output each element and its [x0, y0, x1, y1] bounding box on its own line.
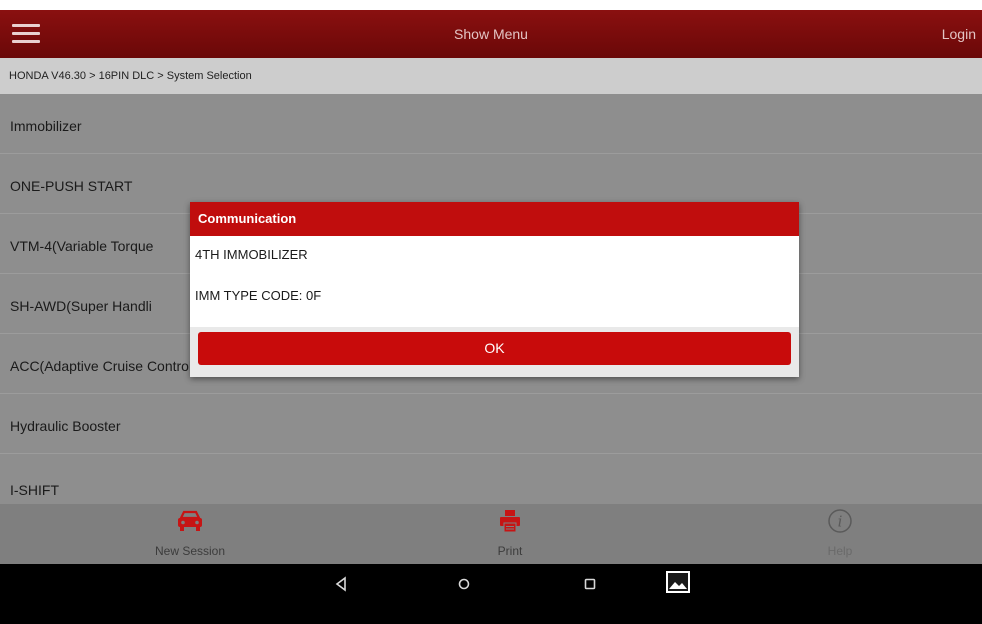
gallery-icon[interactable]	[665, 570, 691, 594]
dialog-message-line-1: 4TH IMMOBILIZER	[195, 247, 308, 262]
back-icon[interactable]	[334, 576, 348, 592]
svg-text:i: i	[838, 513, 843, 531]
print-button[interactable]: Print	[460, 504, 560, 564]
breadcrumb: HONDA V46.30 > 16PIN DLC > System Select…	[0, 58, 982, 94]
home-icon[interactable]	[456, 576, 472, 592]
login-button[interactable]: Login	[942, 26, 976, 42]
dialog-footer: OK	[190, 327, 799, 377]
dialog-message-line-2: IMM TYPE CODE: 0F	[195, 288, 322, 303]
list-item[interactable]: Hydraulic Booster	[0, 394, 982, 454]
header-title[interactable]: Show Menu	[0, 26, 982, 42]
help-icon: i	[828, 509, 852, 533]
status-strip	[0, 0, 982, 10]
dialog-title: Communication	[190, 202, 799, 236]
help-button[interactable]: i Help	[800, 504, 880, 564]
list-item-label: Immobilizer	[10, 118, 82, 134]
ok-button[interactable]: OK	[198, 332, 791, 365]
list-item-label: SH-AWD(Super Handli	[10, 298, 152, 314]
new-session-button[interactable]: New Session	[110, 504, 270, 564]
bottom-toolbar: New Session Print i Help	[0, 504, 982, 564]
list-item[interactable]: Immobilizer	[0, 94, 982, 154]
new-session-label: New Session	[154, 544, 226, 558]
communication-dialog: Communication 4TH IMMOBILIZER IMM TYPE C…	[190, 202, 799, 377]
android-nav-bar	[0, 564, 982, 624]
printer-icon	[500, 510, 520, 533]
list-item-label: Hydraulic Booster	[10, 418, 121, 434]
car-icon	[178, 510, 202, 531]
list-item[interactable]: I-SHIFT	[0, 454, 982, 504]
list-item-label: ACC(Adaptive Cruise Control)	[10, 358, 197, 374]
help-label: Help	[827, 544, 853, 558]
list-item-label: VTM-4(Variable Torque	[10, 238, 154, 254]
list-item-label: I-SHIFT	[10, 482, 59, 498]
app-header: Show Menu Login	[0, 10, 982, 58]
recents-icon[interactable]	[582, 576, 598, 592]
list-item-label: ONE-PUSH START	[10, 178, 133, 194]
print-label: Print	[497, 544, 523, 558]
